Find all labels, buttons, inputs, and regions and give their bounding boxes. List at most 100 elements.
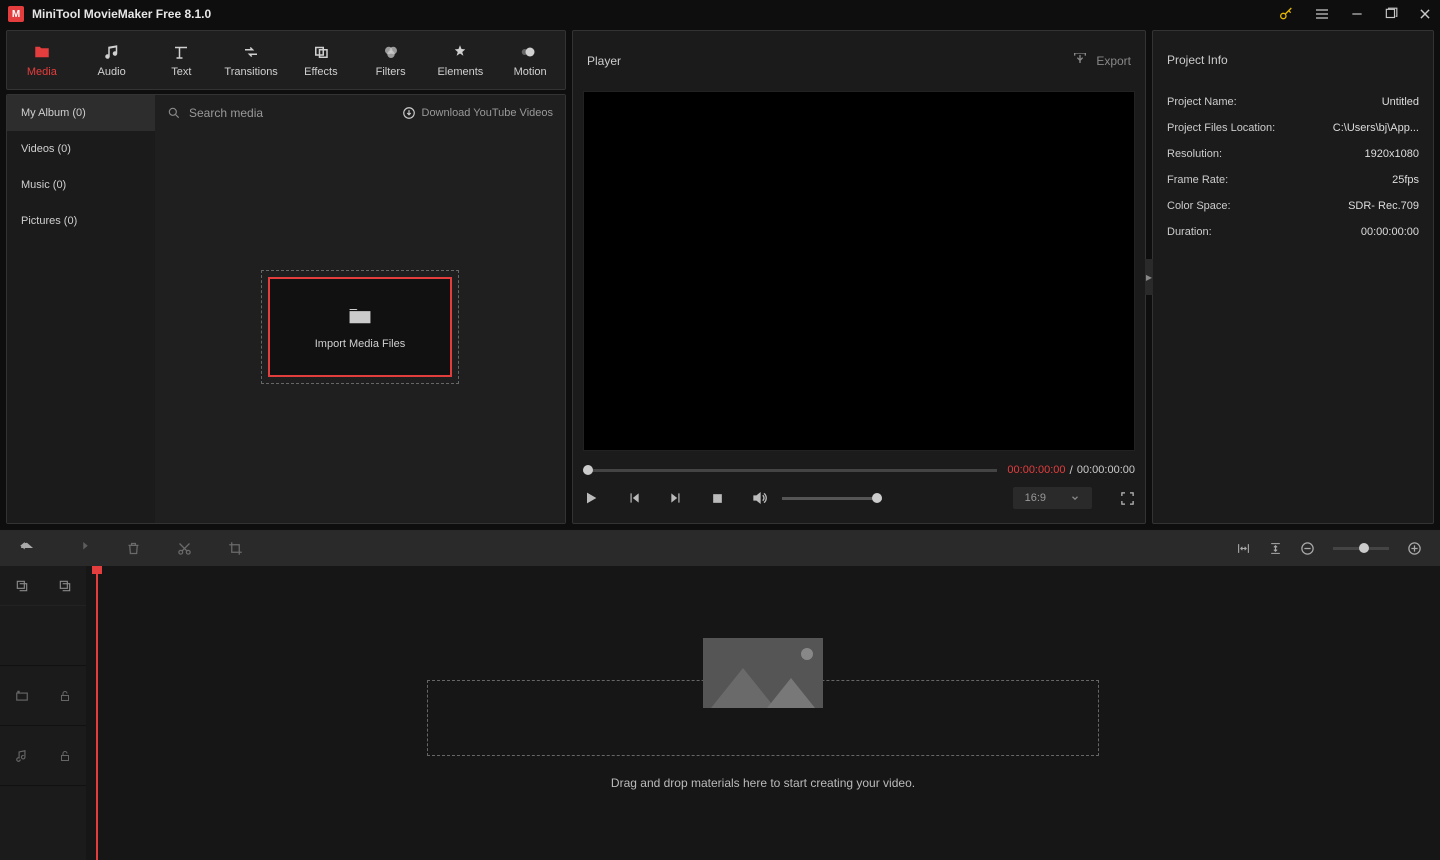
search-input[interactable]: Search media xyxy=(167,106,392,120)
lock-icon[interactable] xyxy=(59,689,71,703)
import-label: Import Media Files xyxy=(315,338,405,350)
zoom-in-button[interactable] xyxy=(1407,541,1422,556)
tab-media[interactable]: Media xyxy=(7,31,77,89)
prev-frame-button[interactable] xyxy=(627,491,641,505)
close-icon[interactable] xyxy=(1418,7,1432,21)
tab-label: Text xyxy=(171,66,191,78)
music-icon xyxy=(103,43,121,61)
image-placeholder-icon xyxy=(703,638,823,708)
player-canvas[interactable] xyxy=(583,91,1135,451)
download-label: Download YouTube Videos xyxy=(422,107,554,119)
ratio-value: 16:9 xyxy=(1025,492,1046,504)
undo-button[interactable] xyxy=(18,539,36,557)
info-row: Color Space:SDR- Rec.709 xyxy=(1167,193,1419,219)
play-button[interactable] xyxy=(583,490,599,506)
track-headers xyxy=(0,566,86,860)
time-total: 00:00:00:00 xyxy=(1077,464,1135,476)
player-panel: Player Export 00:00:00:00 / 00:00:00:00 … xyxy=(572,30,1146,524)
media-panel: Media Audio Text Transitions Effects Fil… xyxy=(6,30,566,524)
motion-icon xyxy=(521,43,539,61)
hamburger-menu-icon[interactable] xyxy=(1314,6,1330,22)
drop-hint-text: Drag and drop materials here to start cr… xyxy=(611,776,915,790)
main-toolbar: Media Audio Text Transitions Effects Fil… xyxy=(6,30,566,90)
app-logo: M xyxy=(8,6,24,22)
tab-motion[interactable]: Motion xyxy=(495,31,565,89)
export-button[interactable]: Export xyxy=(1072,53,1131,69)
lock-icon[interactable] xyxy=(59,749,71,763)
scrub-slider[interactable] xyxy=(583,469,997,472)
timeline-panel: Drag and drop materials here to start cr… xyxy=(0,530,1440,860)
chevron-down-icon xyxy=(1070,493,1080,503)
zoom-out-button[interactable] xyxy=(1300,541,1315,556)
app-title: MiniTool MovieMaker Free 8.1.0 xyxy=(32,7,211,21)
tab-audio[interactable]: Audio xyxy=(77,31,147,89)
cut-button[interactable] xyxy=(177,541,192,556)
remove-track-button[interactable] xyxy=(58,579,72,593)
folder-icon xyxy=(33,43,51,61)
track-header-audio xyxy=(0,726,86,786)
minimize-icon[interactable] xyxy=(1350,7,1364,21)
track-header-video xyxy=(0,666,86,726)
info-row: Project Name:Untitled xyxy=(1167,89,1419,115)
info-row: Frame Rate:25fps xyxy=(1167,167,1419,193)
timeline-toolbar xyxy=(0,530,1440,566)
track-header-text xyxy=(0,606,86,666)
player-title: Player xyxy=(587,54,621,68)
volume-button[interactable] xyxy=(752,490,768,506)
album-item-videos[interactable]: Videos (0) xyxy=(7,131,155,167)
tab-label: Effects xyxy=(304,66,337,78)
album-item-myalbum[interactable]: My Album (0) xyxy=(7,95,155,131)
info-title: Project Info xyxy=(1153,31,1433,89)
folder-open-icon xyxy=(346,304,374,326)
video-track-icon[interactable] xyxy=(15,689,29,703)
tab-label: Media xyxy=(27,66,57,78)
maximize-icon[interactable] xyxy=(1384,7,1398,21)
timeline-dropzone[interactable]: Drag and drop materials here to start cr… xyxy=(86,638,1440,790)
fit-button[interactable] xyxy=(1236,542,1251,555)
aspect-ratio-select[interactable]: 16:9 xyxy=(1013,487,1092,509)
audio-track-icon[interactable] xyxy=(15,749,29,763)
tab-elements[interactable]: Elements xyxy=(426,31,496,89)
tab-label: Filters xyxy=(376,66,406,78)
info-row: Duration:00:00:00:00 xyxy=(1167,219,1419,245)
snap-button[interactable] xyxy=(1269,541,1282,556)
key-icon[interactable] xyxy=(1278,6,1294,22)
download-icon xyxy=(402,106,416,120)
tab-label: Motion xyxy=(514,66,547,78)
transitions-icon xyxy=(242,43,260,61)
elements-icon xyxy=(451,43,469,61)
import-dropzone[interactable]: Import Media Files xyxy=(261,270,459,384)
fullscreen-button[interactable] xyxy=(1120,491,1135,506)
text-icon xyxy=(172,43,190,61)
collapse-handle[interactable]: ▶ xyxy=(1145,259,1153,295)
timeline-tracks[interactable]: Drag and drop materials here to start cr… xyxy=(86,566,1440,860)
filters-icon xyxy=(382,43,400,61)
zoom-slider[interactable] xyxy=(1333,547,1389,550)
crop-button[interactable] xyxy=(228,541,243,556)
tab-transitions[interactable]: Transitions xyxy=(216,31,286,89)
next-frame-button[interactable] xyxy=(669,491,683,505)
workspace: Media Audio Text Transitions Effects Fil… xyxy=(0,28,1440,524)
album-item-music[interactable]: Music (0) xyxy=(7,167,155,203)
add-track-button[interactable] xyxy=(15,579,29,593)
search-icon xyxy=(167,106,181,120)
search-placeholder: Search media xyxy=(189,106,263,120)
export-icon xyxy=(1072,53,1088,69)
time-sep: / xyxy=(1070,463,1073,477)
tab-filters[interactable]: Filters xyxy=(356,31,426,89)
tab-label: Audio xyxy=(98,66,126,78)
effects-icon xyxy=(312,43,330,61)
tab-label: Transitions xyxy=(224,66,277,78)
tab-text[interactable]: Text xyxy=(147,31,217,89)
album-item-pictures[interactable]: Pictures (0) xyxy=(7,203,155,239)
export-label: Export xyxy=(1096,54,1131,68)
stop-button[interactable] xyxy=(711,492,724,505)
tab-label: Elements xyxy=(437,66,483,78)
time-current: 00:00:00:00 xyxy=(1007,464,1065,476)
tab-effects[interactable]: Effects xyxy=(286,31,356,89)
delete-button[interactable] xyxy=(126,541,141,556)
info-row: Project Files Location:C:\Users\bj\App..… xyxy=(1167,115,1419,141)
redo-button[interactable] xyxy=(72,539,90,557)
download-youtube-link[interactable]: Download YouTube Videos xyxy=(402,106,554,120)
volume-slider[interactable] xyxy=(782,497,882,500)
